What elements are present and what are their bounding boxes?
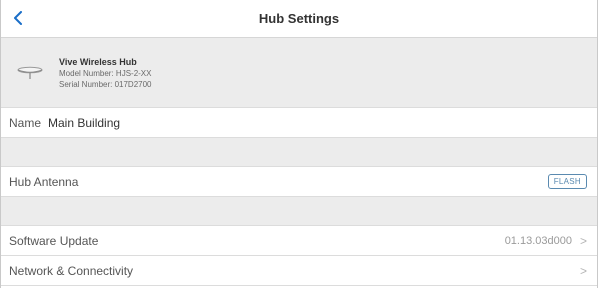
name-label: Name	[9, 115, 42, 130]
back-chevron-icon	[14, 11, 22, 25]
chevron-right-icon: >	[579, 233, 587, 248]
software-update-row[interactable]: Software Update 01.13.03d000 >	[1, 226, 597, 256]
software-update-label: Software Update	[9, 233, 99, 248]
network-connectivity-detail: >	[580, 265, 587, 277]
hub-antenna-label: Hub Antenna	[9, 174, 79, 189]
name-row[interactable]: Name Main Building	[1, 108, 597, 138]
hub-antenna-row: Hub Antenna FLASH	[1, 167, 597, 197]
section-spacer	[1, 197, 597, 226]
network-connectivity-row[interactable]: Network & Connectivity >	[1, 256, 597, 286]
chevron-right-icon: >	[579, 263, 587, 278]
serial-number: Serial Number: 017D2700	[59, 79, 152, 89]
device-name: Vive Wireless Hub	[59, 56, 137, 67]
hub-device-icon	[1, 38, 59, 108]
navigation-bar: Hub Settings	[1, 0, 597, 38]
hub-settings-screen: Hub Settings Vive Wireless Hub Model Num…	[0, 0, 598, 288]
device-info: Vive Wireless Hub Model Number: HJS-2-XX…	[59, 57, 152, 89]
hub-antenna-actions: FLASH	[547, 174, 587, 189]
device-summary: Vive Wireless Hub Model Number: HJS-2-XX…	[1, 38, 597, 108]
software-update-detail: 01.13.03d000 >	[505, 235, 587, 247]
model-number: Model Number: HJS-2-XX	[59, 68, 152, 78]
name-value[interactable]: Main Building	[48, 116, 120, 130]
section-spacer	[1, 138, 597, 167]
software-version: 01.13.03d000	[504, 234, 572, 247]
back-button[interactable]	[7, 7, 29, 29]
network-connectivity-label: Network & Connectivity	[9, 263, 134, 278]
page-title: Hub Settings	[258, 11, 340, 26]
flash-button[interactable]: FLASH	[547, 174, 587, 189]
